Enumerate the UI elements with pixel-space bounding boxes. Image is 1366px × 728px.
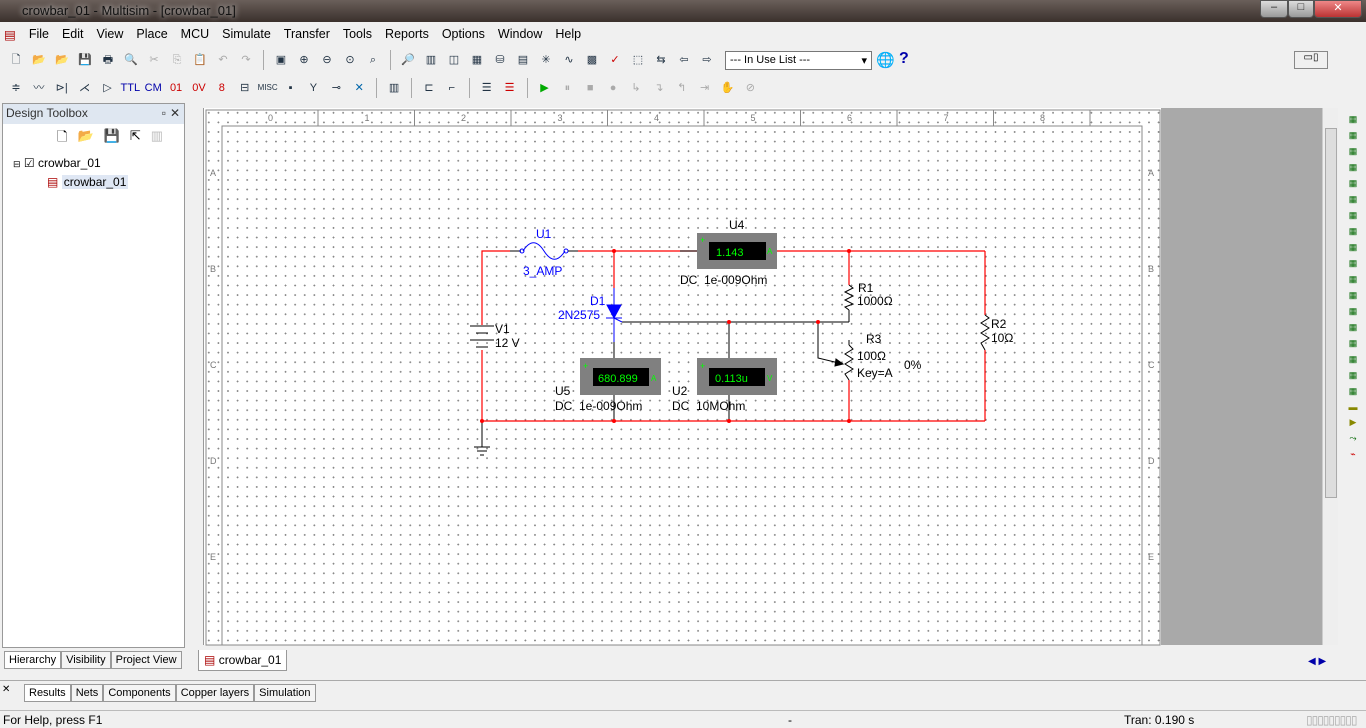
output-tabs: Results Nets Components Copper layers Simula…: [24, 684, 316, 702]
svg-text:1.143: 1.143: [716, 247, 744, 259]
multimeter-icon[interactable]: ▦: [1349, 114, 1358, 125]
ruler-row-label: B: [1148, 264, 1154, 274]
ruler-column-label: 4: [654, 113, 659, 123]
ruler-column-label: 8: [1040, 113, 1045, 123]
measurement-probe-icon[interactable]: ▬: [1349, 402, 1358, 412]
oscilloscope-icon[interactable]: ▦: [1349, 162, 1358, 173]
r2-value: 10Ω: [991, 331, 1013, 345]
svg-text:680.899: 680.899: [598, 373, 638, 385]
ruler-row-label: A: [210, 168, 216, 178]
ruler-row-label: D: [1148, 456, 1155, 466]
wattmeter-icon[interactable]: ▦: [1349, 146, 1358, 157]
distortion-analyzer-icon[interactable]: ▦: [1349, 290, 1358, 301]
bode-plotter-icon[interactable]: ▦: [1349, 194, 1358, 205]
four-channel-oscilloscope-icon[interactable]: ▦: [1349, 178, 1358, 189]
tab-results[interactable]: Results: [24, 684, 71, 702]
frequency-counter-icon[interactable]: ▦: [1349, 210, 1358, 221]
border-ruler: [205, 109, 1161, 646]
agilent-multimeter-icon[interactable]: ▦: [1349, 354, 1358, 365]
svg-text:+: +: [583, 361, 588, 371]
network-analyzer-icon[interactable]: ▦: [1349, 322, 1358, 333]
meter-u2: 0.113u + V: [697, 358, 777, 395]
progress-indicator: ▯▯▯▯▯▯▯▯▯: [1306, 713, 1357, 727]
svg-text:0.113u: 0.113u: [715, 373, 748, 385]
current-probe-icon[interactable]: ⤳: [1349, 433, 1356, 444]
r1-ref: R1: [858, 281, 874, 295]
ruler-row-label: C: [1148, 360, 1155, 370]
scr-d1: [606, 288, 623, 358]
status-help: For Help, press F1: [3, 713, 103, 727]
r1-value: 1000Ω: [857, 294, 893, 308]
u2-ref: U2: [672, 384, 688, 398]
spectrum-analyzer-icon[interactable]: ▦: [1349, 306, 1358, 317]
iv-analyzer-icon[interactable]: ▦: [1349, 274, 1358, 285]
u2-mode: DC 10MOhm: [672, 399, 745, 413]
logic-converter-icon[interactable]: ▦: [1349, 258, 1358, 269]
ruler-row-label: B: [210, 264, 216, 274]
r3-ref: R3: [866, 332, 882, 346]
ruler-row-label: D: [210, 456, 217, 466]
logic-analyzer-icon[interactable]: ▦: [1349, 242, 1358, 253]
ruler-column-label: 5: [751, 113, 756, 123]
labview-icon[interactable]: ▶: [1350, 417, 1357, 428]
fuse-u1: [510, 242, 578, 260]
tab-copper-layers[interactable]: Copper layers: [175, 684, 255, 702]
u5-ref: U5: [555, 384, 571, 398]
v1-value: 12 V: [495, 336, 520, 350]
agilent-icon[interactable]: ▦: [1349, 338, 1358, 349]
tab-simulation[interactable]: Simulation: [254, 684, 316, 702]
ruler-row-label: E: [1148, 552, 1154, 562]
function-generator-icon[interactable]: ▦: [1349, 130, 1358, 141]
ruler-column-label: 3: [558, 113, 563, 123]
u1-ref: U1: [536, 227, 552, 241]
tab-scroll-arrows[interactable]: ◀ ▶: [1308, 656, 1326, 667]
svg-text:+: +: [700, 235, 705, 245]
ruler-row-label: A: [1148, 168, 1154, 178]
r3-key: Key=A: [857, 366, 893, 380]
agilent-scope-icon[interactable]: ▦: [1349, 370, 1358, 381]
status-bar: For Help, press F1 - Tran: 0.190 s ▯▯▯▯▯…: [0, 710, 1366, 728]
ruler-row-label: C: [210, 360, 217, 370]
meter-u4: 1.143 + A: [680, 233, 777, 269]
tab-nets[interactable]: Nets: [70, 684, 104, 702]
ruler-column-label: 0: [268, 113, 273, 123]
ruler-row-label: E: [210, 552, 216, 562]
svg-text:A: A: [651, 374, 657, 383]
schematic-drawing: 0 1 2 3 4 5 6 7 8 A A B B C C D D E E 1.143 + A 680.899 + A 0.…: [205, 109, 1161, 646]
tektronix-icon[interactable]: ▦: [1349, 386, 1358, 397]
u4-mode: DC 1e-009Ohm: [680, 273, 767, 287]
meter-u5: 680.899 + A: [580, 358, 661, 395]
ruler-column-label: 2: [461, 113, 466, 123]
status-tran: Tran: 0.190 s: [1124, 713, 1195, 727]
r3-value: 100Ω: [857, 349, 886, 363]
r3-setting: 0%: [904, 358, 922, 372]
ruler-column-label: 6: [847, 113, 852, 123]
ruler-column-label: 7: [944, 113, 949, 123]
probe-icon[interactable]: ⌁: [1350, 449, 1355, 460]
status-mid: -: [788, 713, 792, 727]
r2-ref: R2: [991, 317, 1007, 331]
u4-ref: U4: [729, 218, 745, 232]
svg-text:A: A: [767, 247, 773, 256]
word-generator-icon[interactable]: ▦: [1349, 226, 1358, 237]
svg-text:+: +: [700, 361, 705, 371]
tab-crowbar-01[interactable]: ▤ crowbar_01: [198, 650, 288, 671]
v1-ref: V1: [495, 322, 510, 336]
u1-value: 3_AMP: [523, 264, 562, 278]
ruler-column-label: 1: [365, 113, 370, 123]
svg-text:V: V: [767, 374, 773, 383]
d1-value: 2N2575: [558, 308, 600, 322]
d1-ref: D1: [590, 294, 606, 308]
tab-components[interactable]: Components: [103, 684, 176, 702]
instruments-toolbar: ▦ ▦ ▦ ▦ ▦ ▦ ▦ ▦ ▦ ▦ ▦ ▦ ▦ ▦ ▦ ▦ ▦ ▦ ▬ ▶ ⤳ ⌁: [1340, 108, 1366, 648]
u5-mode: DC 1e-009Ohm: [555, 399, 642, 413]
schematic-icon: ▤: [204, 653, 216, 667]
close-output-icon[interactable]: ✕: [2, 684, 10, 695]
